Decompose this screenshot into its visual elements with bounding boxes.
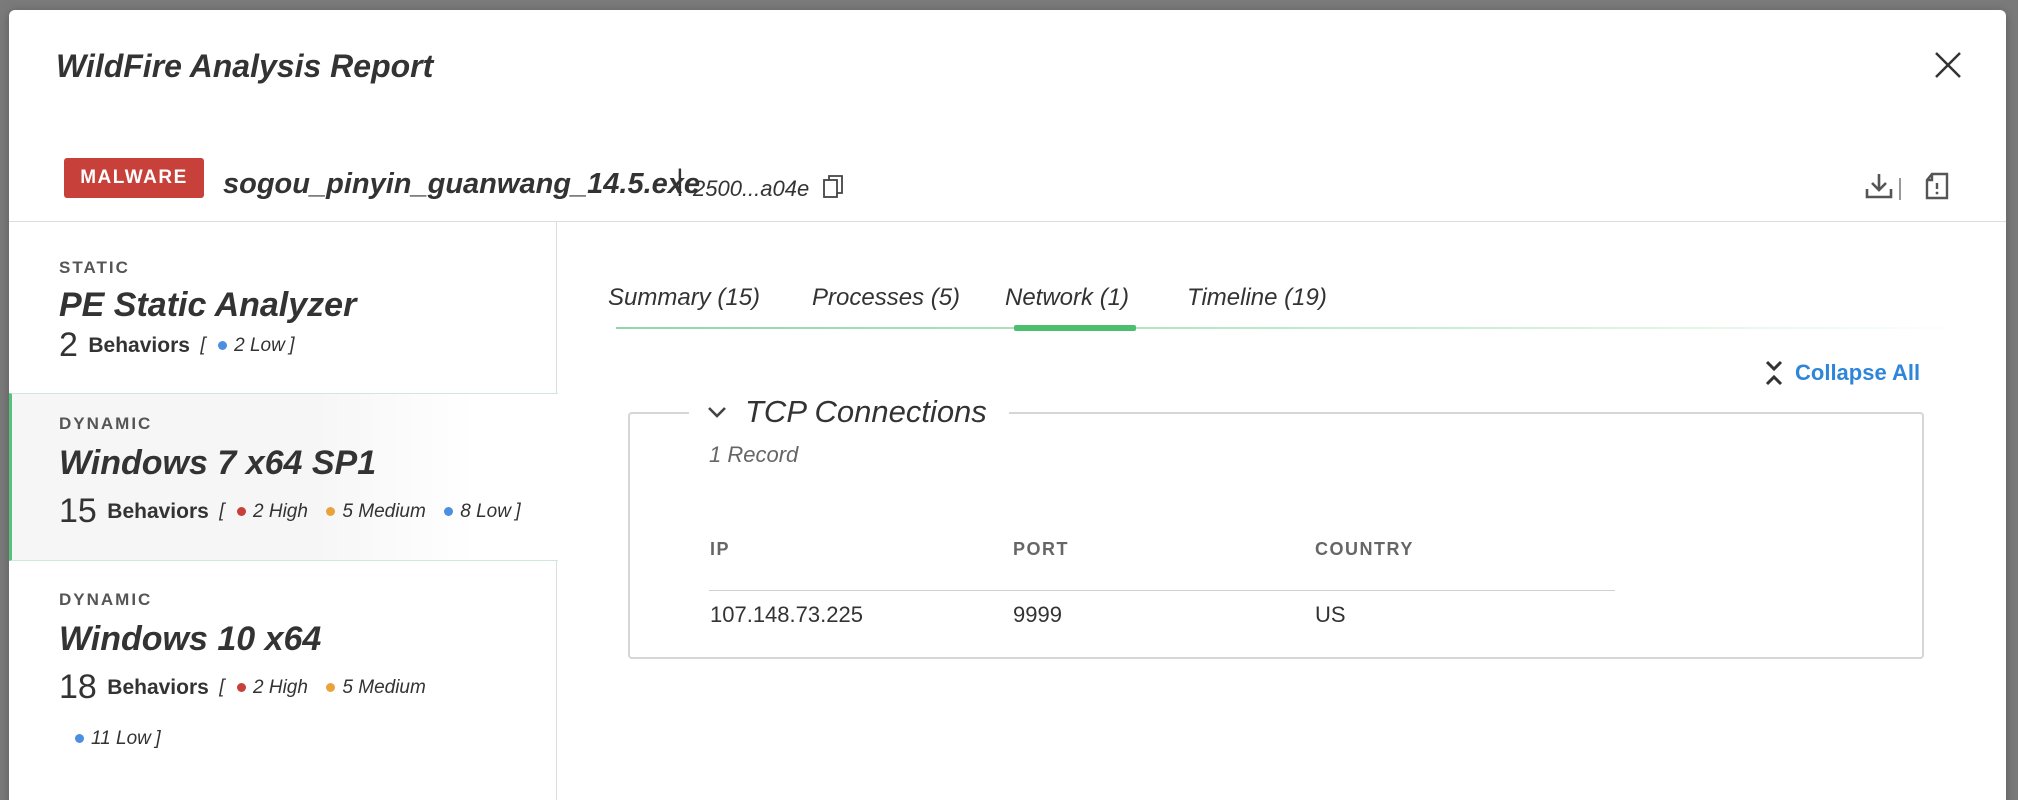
bracket-open: [ bbox=[219, 500, 225, 522]
bracket-open: [ bbox=[200, 334, 206, 356]
collapse-all-button[interactable]: Collapse All bbox=[1763, 360, 1920, 386]
env-name: Windows 10 x64 bbox=[59, 620, 322, 658]
column-header-country: COUNTRY bbox=[1315, 539, 1414, 559]
tab-processes[interactable]: Processes (5) bbox=[812, 284, 960, 312]
low-dot-icon bbox=[218, 340, 228, 350]
background-page bbox=[0, 0, 9, 800]
behaviors-label: Behaviors bbox=[107, 675, 209, 699]
low-dot-icon bbox=[444, 506, 454, 516]
tab-network[interactable]: Network (1) bbox=[1005, 284, 1129, 312]
medium-dot-icon bbox=[326, 506, 336, 516]
tcp-section-header[interactable]: TCP Connections bbox=[689, 392, 1009, 432]
severity-high: 2 High bbox=[237, 677, 308, 698]
section-title: TCP Connections bbox=[745, 394, 987, 429]
analysis-report-modal: WildFire Analysis Report MALWARE sogou_p… bbox=[9, 10, 2006, 800]
high-dot-icon bbox=[237, 682, 247, 692]
env-name: PE Static Analyzer bbox=[59, 286, 357, 324]
env-behaviors: 18 Behaviors [ 2 High 5 Medium bbox=[59, 668, 426, 707]
column-header-ip: IP bbox=[710, 539, 731, 559]
behavior-count: 18 bbox=[59, 668, 97, 706]
severity-low: 11 Low bbox=[75, 728, 151, 749]
env-behaviors-continued: 11 Low ] bbox=[65, 728, 161, 750]
header-divider-line bbox=[9, 221, 2006, 222]
chevron-down-icon[interactable] bbox=[707, 405, 727, 419]
table-header-divider bbox=[709, 590, 1615, 591]
medium-dot-icon bbox=[326, 682, 336, 692]
modal-title: WildFire Analysis Report bbox=[56, 48, 434, 84]
high-dot-icon bbox=[237, 506, 247, 516]
behavior-count: 2 bbox=[59, 326, 78, 364]
file-name: sogou_pinyin_guanwang_14.5.exe bbox=[223, 168, 701, 200]
env-item-pe-static-analyzer[interactable]: STATIC PE Static Analyzer 2 Behaviors [ … bbox=[9, 238, 555, 376]
file-hash: 2500...a04e bbox=[693, 176, 810, 201]
env-type-label: DYNAMIC bbox=[59, 414, 153, 433]
bracket-close: ] bbox=[515, 500, 521, 522]
severity-high: 2 High bbox=[237, 501, 308, 522]
close-icon[interactable] bbox=[1931, 48, 1965, 82]
low-dot-icon bbox=[75, 734, 84, 744]
verdict-badge: MALWARE bbox=[64, 158, 204, 198]
collapse-all-label: Collapse All bbox=[1795, 360, 1921, 385]
env-item-windows-7[interactable]: DYNAMIC Windows 7 x64 SP1 15 Behaviors [… bbox=[9, 393, 558, 561]
severity-low: 8 Low bbox=[444, 501, 511, 522]
report-icon[interactable] bbox=[1923, 172, 1951, 200]
env-behaviors: 15 Behaviors [ 2 High 5 Medium 8 Low ] bbox=[59, 492, 521, 531]
env-name: Windows 7 x64 SP1 bbox=[59, 444, 377, 482]
behaviors-label: Behaviors bbox=[88, 333, 190, 357]
behaviors-label: Behaviors bbox=[107, 499, 209, 523]
copy-icon[interactable] bbox=[822, 174, 844, 200]
download-icon[interactable] bbox=[1864, 172, 1894, 200]
severity-medium: 5 Medium bbox=[326, 677, 426, 698]
tab-timeline[interactable]: Timeline (19) bbox=[1187, 284, 1327, 312]
tab-summary[interactable]: Summary (15) bbox=[608, 284, 760, 312]
env-behaviors: 2 Behaviors [ 2 Low ] bbox=[59, 326, 295, 365]
file-separator: | bbox=[676, 164, 684, 197]
column-header-port: PORT bbox=[1013, 539, 1070, 559]
env-type-label: DYNAMIC bbox=[59, 590, 153, 609]
severity-medium: 5 Medium bbox=[326, 501, 426, 522]
bracket-open: [ bbox=[219, 676, 225, 698]
header-divider bbox=[1899, 178, 1901, 200]
active-tab-indicator bbox=[1014, 325, 1136, 331]
bracket-close: ] bbox=[289, 334, 295, 356]
env-item-windows-10[interactable]: DYNAMIC Windows 10 x64 18 Behaviors [ 2 … bbox=[9, 576, 555, 776]
collapse-all-icon bbox=[1765, 360, 1783, 386]
cell-port: 9999 bbox=[1013, 602, 1062, 627]
severity-low: 2 Low bbox=[218, 335, 285, 356]
env-type-label: STATIC bbox=[59, 258, 130, 277]
behavior-count: 15 bbox=[59, 492, 97, 530]
cell-country: US bbox=[1315, 602, 1346, 627]
bracket-close: ] bbox=[155, 728, 161, 749]
cell-ip: 107.148.73.225 bbox=[710, 602, 863, 627]
tabs-underline bbox=[616, 327, 1966, 329]
record-count: 1 Record bbox=[709, 442, 799, 467]
